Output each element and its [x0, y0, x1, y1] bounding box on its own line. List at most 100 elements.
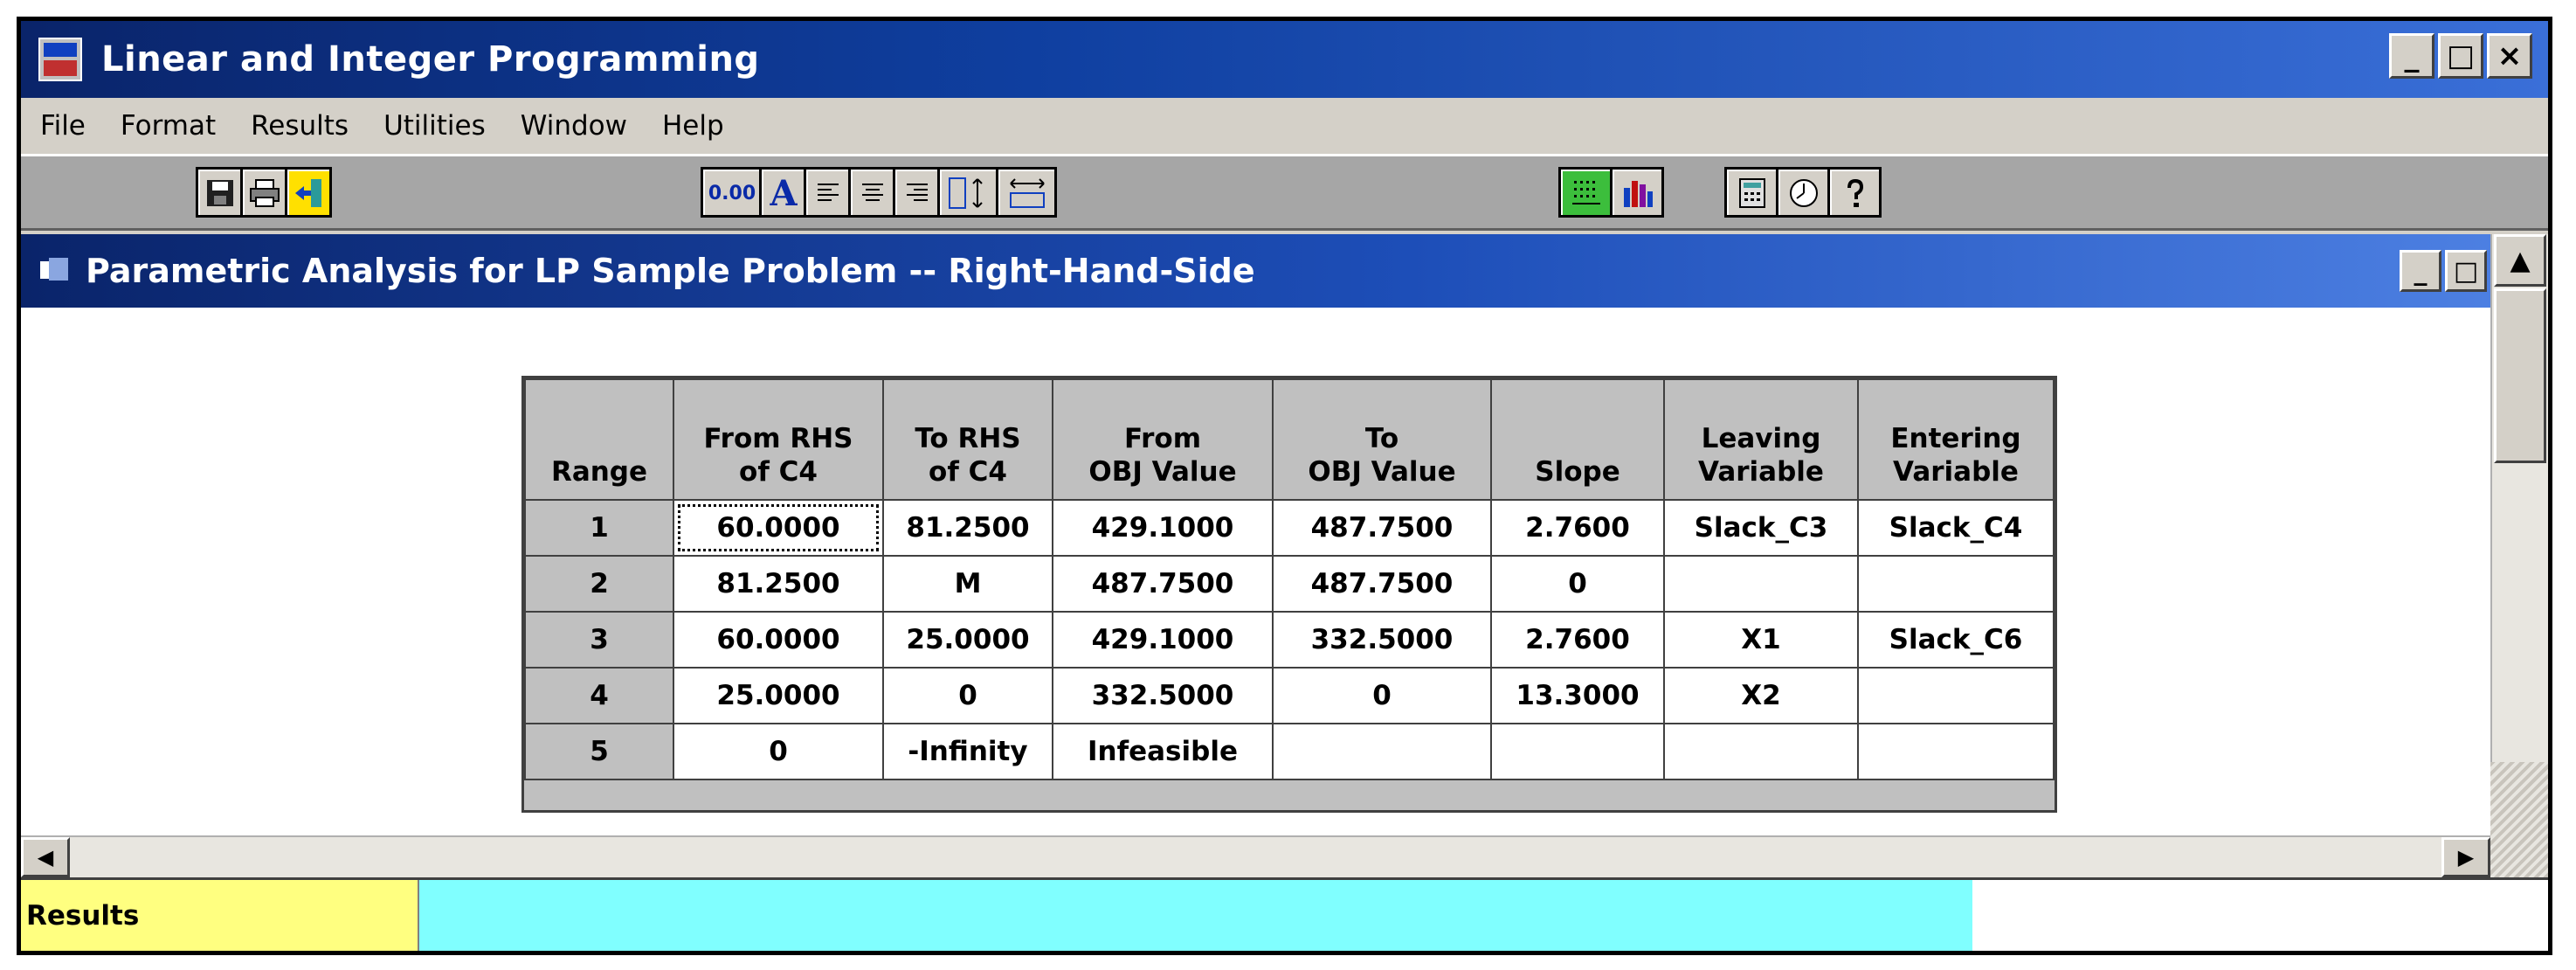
menu-results[interactable]: Results [233, 110, 366, 142]
align-left-icon[interactable] [806, 170, 848, 215]
table-cell[interactable]: 0 [882, 667, 1053, 724]
table-cell[interactable]: 0 [673, 723, 884, 780]
table-cell[interactable]: X2 [1663, 667, 1859, 724]
vertical-scrollbar[interactable]: ▲ ▼ [2490, 234, 2548, 837]
table-cell[interactable]: 81.2500 [673, 555, 884, 613]
column-header-range[interactable]: Range [524, 378, 674, 501]
table-cell[interactable]: 429.1000 [1052, 611, 1274, 669]
table-cell[interactable]: 429.1000 [1052, 499, 1274, 557]
table-row: 1 60.0000 81.2500 429.1000 487.7500 2.76… [524, 499, 2055, 557]
table-cell[interactable]: 60.0000 [673, 499, 884, 557]
toolbar-group-view [1558, 167, 1664, 218]
row-range-cell[interactable]: 5 [524, 723, 674, 780]
vertical-scroll-thumb[interactable] [2494, 288, 2546, 463]
decimal-icon[interactable]: 0.00 [703, 170, 759, 215]
scroll-left-arrow-icon[interactable]: ◀ [21, 837, 70, 877]
table-cell[interactable] [1857, 723, 2055, 780]
table-cell[interactable]: Infeasible [1052, 723, 1274, 780]
print-icon[interactable] [243, 170, 285, 215]
font-icon[interactable]: A [762, 170, 804, 215]
table-cell[interactable]: Slack_C6 [1857, 611, 2055, 669]
table-cell[interactable]: X1 [1663, 611, 1859, 669]
row-range-cell[interactable]: 3 [524, 611, 674, 669]
table-cell[interactable] [1663, 723, 1859, 780]
table-cell[interactable]: 25.0000 [673, 667, 884, 724]
scroll-right-arrow-icon[interactable]: ▶ [2441, 837, 2490, 877]
help-icon[interactable] [1830, 170, 1879, 215]
table-cell[interactable]: 25.0000 [882, 611, 1053, 669]
results-grid: Range From RHS of C4 To RHS of C4 From OBJ … [521, 376, 2057, 813]
horizontal-scrollbar[interactable]: ◀ ▶ [21, 835, 2490, 877]
table-cell[interactable]: 487.7500 [1272, 555, 1492, 613]
table-row: 2 81.2500 M 487.7500 487.7500 0 [524, 555, 2055, 613]
table-cell[interactable] [1490, 723, 1665, 780]
table-cell[interactable]: 13.3000 [1490, 667, 1665, 724]
menu-help[interactable]: Help [645, 110, 742, 142]
table-cell[interactable]: 487.7500 [1272, 499, 1492, 557]
table-cell[interactable]: 487.7500 [1052, 555, 1274, 613]
table-cell[interactable]: -Infinity [882, 723, 1053, 780]
parametric-table: Range From RHS of C4 To RHS of C4 From OBJ … [524, 378, 2055, 780]
column-header-from-obj[interactable]: From OBJ Value [1052, 378, 1274, 501]
scroll-up-arrow-icon[interactable]: ▲ [2494, 234, 2546, 287]
table-cell[interactable]: 60.0000 [673, 611, 884, 669]
minimize-button[interactable]: _ [2389, 33, 2434, 79]
row-range-cell[interactable]: 2 [524, 555, 674, 613]
table-row: 4 25.0000 0 332.5000 0 13.3000 X2 [524, 667, 2055, 724]
menu-format[interactable]: Format [103, 110, 233, 142]
bar-chart-icon[interactable] [1613, 170, 1661, 215]
table-cell[interactable]: M [882, 555, 1053, 613]
row-range-cell[interactable]: 1 [524, 499, 674, 557]
child-window-icon [40, 258, 70, 284]
table-cell[interactable] [1272, 723, 1492, 780]
menu-window[interactable]: Window [503, 110, 645, 142]
menu-file[interactable]: File [21, 110, 103, 142]
title-bar: Linear and Integer Programming _ □ × [21, 21, 2548, 98]
child-maximize-button[interactable]: □ [2445, 250, 2487, 292]
table-cell[interactable]: Slack_C3 [1663, 499, 1859, 557]
table-cell[interactable] [1857, 555, 2055, 613]
child-window-title: Parametric Analysis for LP Sample Proble… [86, 252, 1255, 290]
table-cell[interactable]: 332.5000 [1052, 667, 1274, 724]
table-row: 3 60.0000 25.0000 429.1000 332.5000 2.76… [524, 611, 2055, 669]
align-center-icon[interactable] [851, 170, 893, 215]
column-header-to-rhs[interactable]: To RHS of C4 [882, 378, 1053, 501]
toolbar: 0.00 A [21, 154, 2548, 231]
table-cell[interactable] [1857, 667, 2055, 724]
table-cell[interactable]: Slack_C4 [1857, 499, 2055, 557]
table-cell[interactable]: 0 [1272, 667, 1492, 724]
column-header-entering-variable[interactable]: Entering Variable [1857, 378, 2055, 501]
save-icon[interactable] [198, 170, 240, 215]
status-label: Results [21, 880, 419, 951]
calculator-icon[interactable] [1727, 170, 1776, 215]
table-cell[interactable] [1663, 555, 1859, 613]
exit-icon[interactable] [287, 170, 329, 215]
table-cell[interactable]: 2.7600 [1490, 611, 1665, 669]
column-width-icon[interactable] [998, 170, 1054, 215]
close-button[interactable]: × [2487, 33, 2532, 79]
table-cell[interactable]: 0 [1490, 555, 1665, 613]
align-right-icon[interactable] [895, 170, 937, 215]
status-bar: Results [21, 877, 2548, 951]
status-empty-panel [1972, 880, 2548, 951]
column-header-from-rhs[interactable]: From RHS of C4 [673, 378, 884, 501]
column-header-leaving-variable[interactable]: Leaving Variable [1663, 378, 1859, 501]
maximize-button[interactable]: □ [2438, 33, 2483, 79]
toolbar-group-file [196, 167, 332, 218]
parametric-analysis-window: Parametric Analysis for LP Sample Proble… [21, 234, 2548, 951]
size-grip[interactable] [2490, 762, 2548, 877]
table-cell[interactable]: 332.5000 [1272, 611, 1492, 669]
toolbar-group-format: 0.00 A [701, 167, 1057, 218]
menu-utilities[interactable]: Utilities [366, 110, 503, 142]
row-height-icon[interactable] [940, 170, 996, 215]
child-minimize-button[interactable]: _ [2400, 250, 2441, 292]
table-cell[interactable]: 81.2500 [882, 499, 1053, 557]
table-header-row: Range From RHS of C4 To RHS of C4 From OBJ … [524, 378, 2055, 501]
table-cell[interactable]: 2.7600 [1490, 499, 1665, 557]
column-header-slope[interactable]: Slope [1490, 378, 1665, 501]
grid-icon[interactable] [1561, 170, 1610, 215]
clock-icon[interactable] [1778, 170, 1827, 215]
column-header-to-obj[interactable]: To OBJ Value [1272, 378, 1492, 501]
child-title-bar: Parametric Analysis for LP Sample Proble… [21, 234, 2548, 308]
row-range-cell[interactable]: 4 [524, 667, 674, 724]
